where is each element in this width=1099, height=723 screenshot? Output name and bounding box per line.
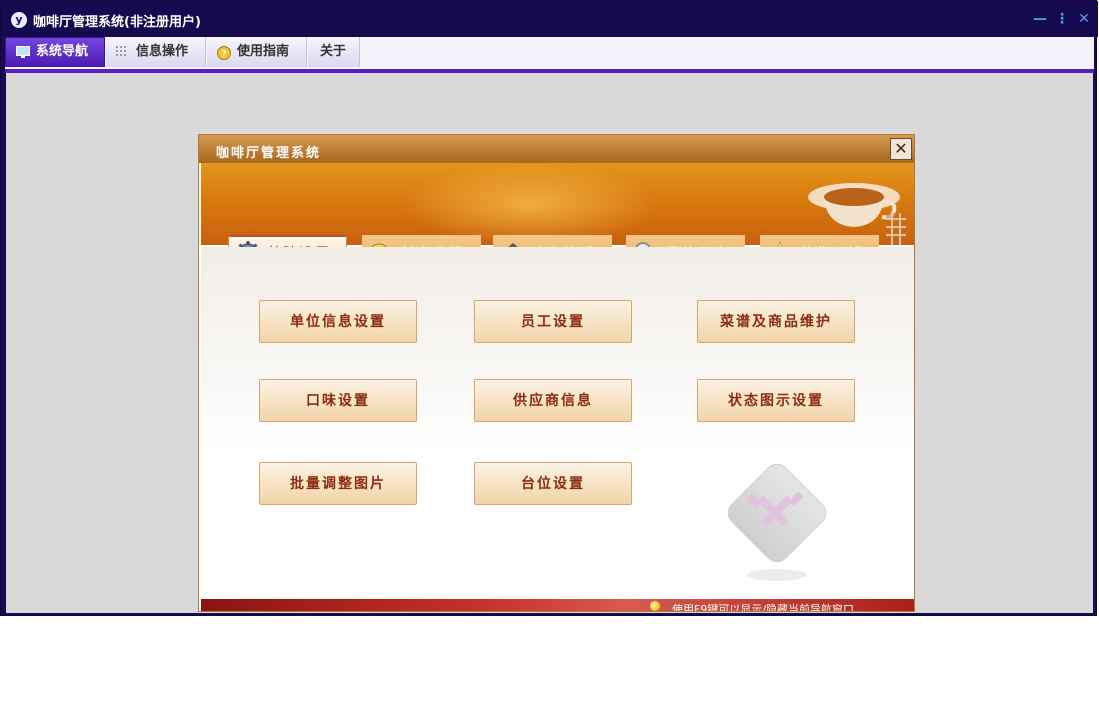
menu-tab-system-nav[interactable]: 系统导航: [5, 37, 105, 67]
help-icon: ?: [217, 46, 231, 60]
app-logo-icon: y: [11, 12, 27, 28]
unit-info-settings-button[interactable]: 单位信息设置: [259, 300, 417, 343]
monitor-icon: [16, 46, 30, 58]
menu-tab-label: 使用指南: [237, 44, 290, 59]
menu-tab-label: 信息操作: [136, 44, 189, 59]
restore-icon[interactable]: ⋮: [1054, 11, 1070, 27]
status-icon-settings-button[interactable]: 状态图示设置: [697, 379, 855, 422]
grid-icon: [116, 46, 130, 58]
info-bulb-icon: [650, 601, 660, 611]
supplier-info-button[interactable]: 供应商信息: [474, 379, 632, 422]
staff-settings-button[interactable]: 员工设置: [474, 300, 632, 343]
flavor-settings-button[interactable]: 口味设置: [259, 379, 417, 422]
minimize-icon[interactable]: —: [1032, 11, 1048, 27]
tools-watermark-icon: [727, 463, 827, 581]
menu-tab-user-guide[interactable]: ? 使用指南: [207, 37, 307, 67]
close-icon[interactable]: ✕: [1076, 11, 1092, 27]
batch-adjust-images-button[interactable]: 批量调整图片: [259, 462, 417, 505]
dialog-content: 单位信息设置 员工设置 菜谱及商品维护 口味设置 供应商信息 状态图示设置 批量…: [201, 247, 914, 599]
dialog-status-bar: 使用F9键可以显示/隐藏当前导航窗口: [201, 599, 914, 612]
menu-bar: 系统导航 信息操作 ? 使用指南 关于: [5, 37, 1094, 73]
navigation-dialog: 咖啡厅管理系统 ✕ 基础设置: [198, 134, 915, 612]
menu-tab-label: 系统导航: [36, 44, 89, 59]
menu-tab-info-ops[interactable]: 信息操作: [106, 37, 206, 67]
status-hint-text: 使用F9键可以显示/隐藏当前导航窗口: [672, 603, 855, 612]
coffee-cup-icon: [808, 183, 906, 245]
title-bar[interactable]: y 咖啡厅管理系统(非注册用户) — ⋮ ✕: [1, 1, 1098, 37]
menu-tab-about[interactable]: 关于: [308, 37, 360, 67]
dialog-title-bar[interactable]: 咖啡厅管理系统 ✕: [199, 135, 914, 163]
window-controls: — ⋮ ✕: [1032, 11, 1092, 27]
table-position-settings-button[interactable]: 台位设置: [474, 462, 632, 505]
menu-tab-label: 关于: [320, 44, 347, 59]
menu-goods-maintenance-button[interactable]: 菜谱及商品维护: [697, 300, 855, 343]
dialog-banner: 基础设置 前台收银 库存管理 经营查询: [201, 163, 914, 269]
dialog-close-button[interactable]: ✕: [890, 138, 912, 160]
window-title: 咖啡厅管理系统(非注册用户): [33, 15, 201, 30]
dialog-title: 咖啡厅管理系统: [216, 146, 322, 161]
banner-glow: [401, 163, 661, 245]
svg-text:?: ?: [221, 50, 226, 60]
